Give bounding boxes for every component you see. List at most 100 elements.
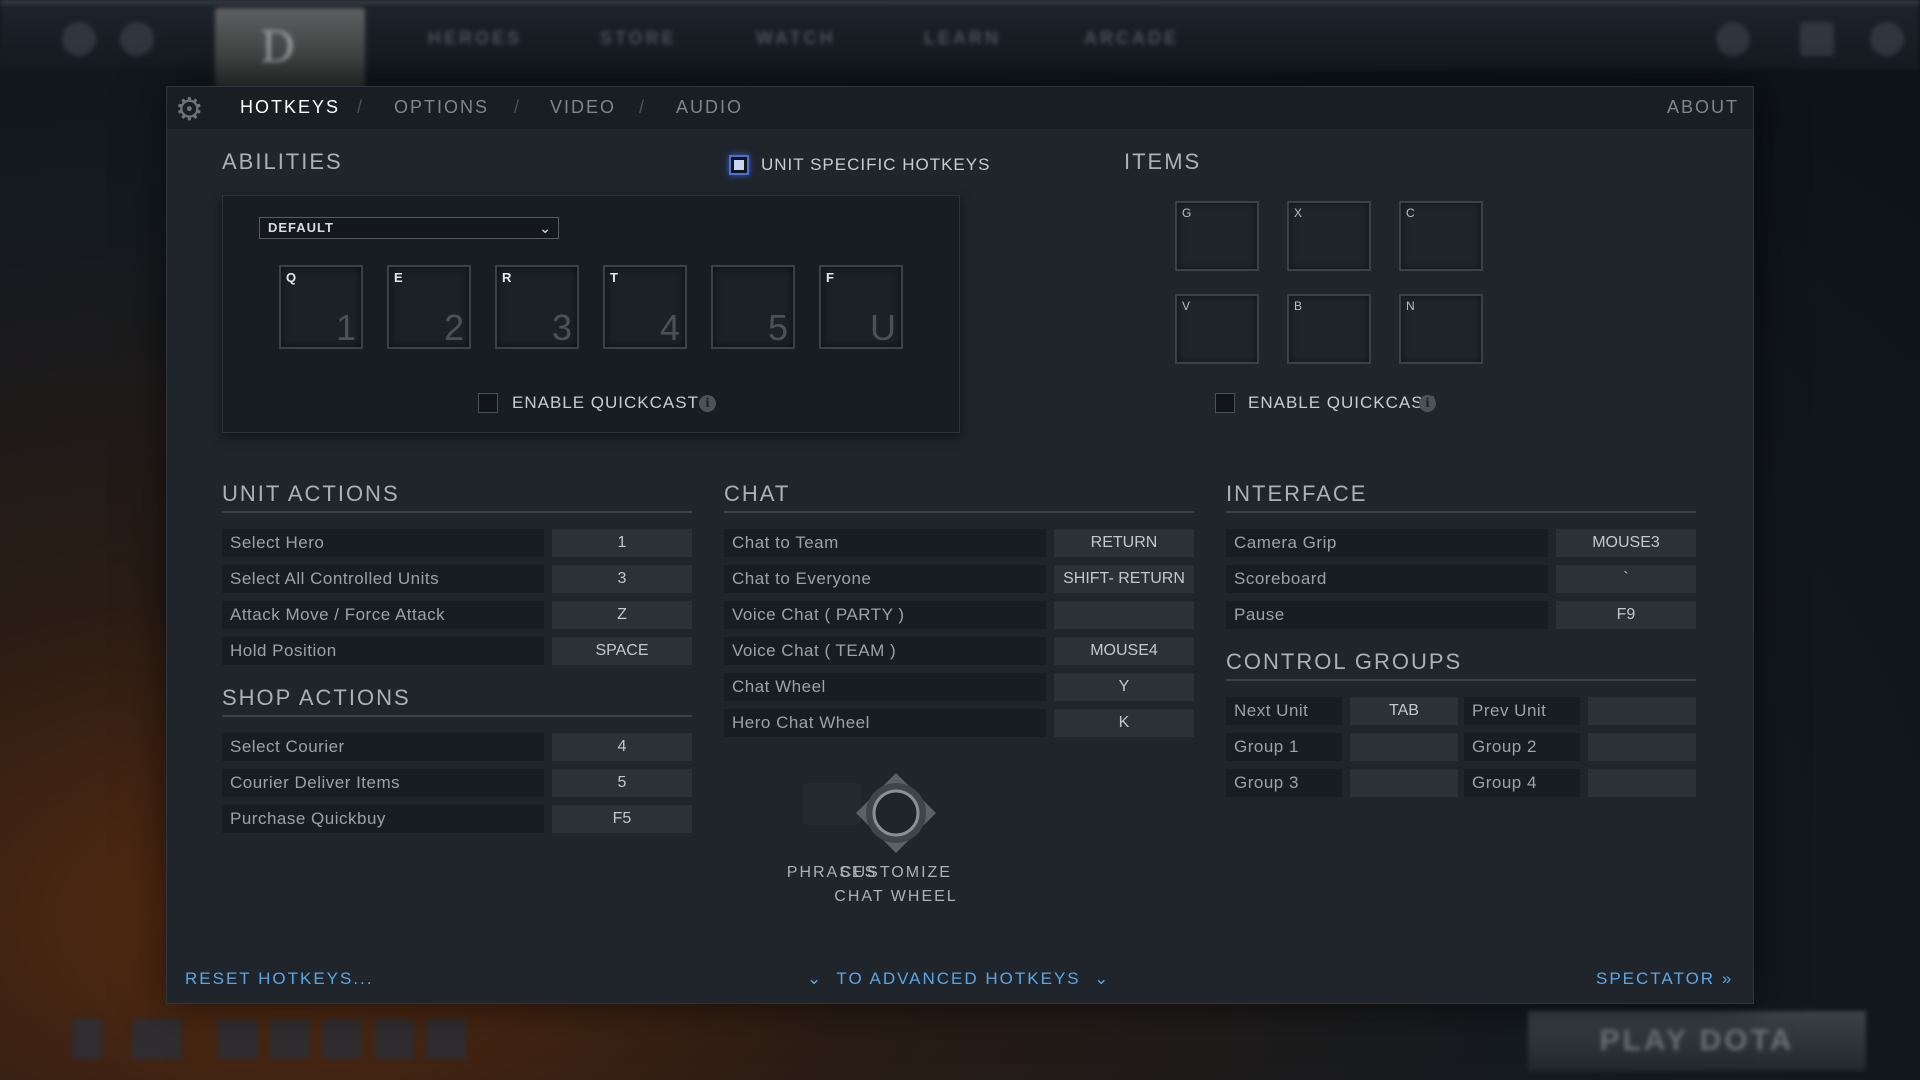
tab-options[interactable]: OPTIONS [394, 97, 489, 118]
customize-chat-wheel-label[interactable]: CUSTOMIZE CHAT WHEEL [811, 861, 981, 909]
hotkey-binding[interactable]: SPACE [552, 637, 692, 665]
ability-slot-3[interactable]: R 3 [495, 265, 579, 349]
dota-logo: D [215, 8, 365, 90]
hotkey-row: Courier Deliver Items 5 [222, 769, 692, 797]
hotkey-label: Prev Unit [1464, 697, 1580, 725]
hotkey-label: Group 2 [1464, 733, 1580, 761]
hotkey-binding[interactable] [1350, 733, 1458, 761]
ability-slot-5[interactable]: 5 [711, 265, 795, 349]
hotkey-binding[interactable]: K [1054, 709, 1194, 737]
hotkey-label: Group 1 [1226, 733, 1342, 761]
ability-number: U [870, 307, 896, 348]
hotkey-binding[interactable] [1588, 769, 1696, 797]
hero-preset-dropdown[interactable]: DEFAULT ⌄ [259, 217, 559, 239]
hotkey-label: Hold Position [222, 637, 544, 665]
hotkey-binding[interactable]: MOUSE3 [1556, 529, 1696, 557]
abilities-box: DEFAULT ⌄ Q 1 E 2 R 3 T 4 5 F U ENABLE Q… [222, 195, 960, 433]
party-slot-bg [322, 1019, 362, 1059]
hotkey-binding[interactable]: SHIFT- RETURN [1054, 565, 1194, 593]
play-dota-button[interactable]: PLAY DOTA [1528, 1011, 1866, 1071]
hotkey-binding[interactable]: 5 [552, 769, 692, 797]
hotkey-binding[interactable]: ` [1556, 565, 1696, 593]
hotkey-binding[interactable]: 3 [552, 565, 692, 593]
item-quickcast-checkbox[interactable] [1215, 393, 1235, 413]
ability-slot-2[interactable]: E 2 [387, 265, 471, 349]
unit-specific-hotkeys-checkbox[interactable] [729, 155, 749, 175]
hotkey-binding[interactable] [1588, 733, 1696, 761]
shop-actions-heading: SHOP ACTIONS [222, 685, 411, 710]
divider [222, 715, 692, 717]
advanced-hotkeys-label: TO ADVANCED HOTKEYS [836, 969, 1081, 988]
hotkey-binding[interactable] [1054, 601, 1194, 629]
party-slot-bg [426, 1019, 466, 1059]
divider [1226, 511, 1696, 513]
item-slot-5[interactable]: B [1287, 294, 1371, 364]
advanced-hotkeys-toggle[interactable]: ⌄ TO ADVANCED HOTKEYS ⌄ [807, 969, 1110, 989]
settings-gear-bg-icon [62, 22, 96, 56]
info-icon[interactable]: i [1419, 395, 1436, 412]
chat-wheel-icon[interactable] [856, 773, 936, 853]
about-link[interactable]: ABOUT [1667, 97, 1739, 118]
item-key: B [1294, 299, 1303, 313]
nav-learn: LEARN [924, 28, 1001, 48]
ability-quickcast-checkbox[interactable] [478, 393, 498, 413]
dropdown-value: DEFAULT [268, 220, 334, 235]
tab-separator: / [639, 97, 645, 117]
ability-key: F [826, 270, 834, 285]
hotkey-binding[interactable]: Y [1054, 673, 1194, 701]
item-slot-2[interactable]: X [1287, 201, 1371, 271]
hotkey-row: Scoreboard ` [1226, 565, 1696, 593]
item-slot-4[interactable]: V [1175, 294, 1259, 364]
nav-heroes: HEROES [428, 28, 523, 48]
ability-number: 5 [767, 307, 788, 348]
chevron-down-icon: ⌄ [1087, 969, 1111, 988]
hotkey-binding[interactable] [1350, 769, 1458, 797]
tab-hotkeys[interactable]: HOTKEYS [240, 97, 340, 118]
divider [724, 511, 1194, 513]
chat-bg-icon [72, 1019, 102, 1059]
item-key: G [1182, 206, 1192, 220]
hotkey-binding[interactable]: TAB [1350, 697, 1458, 725]
ability-slot-1[interactable]: Q 1 [279, 265, 363, 349]
hotkey-binding[interactable]: 1 [552, 529, 692, 557]
ability-number: 3 [551, 307, 572, 348]
hotkey-label: Voice Chat ( PARTY ) [724, 601, 1046, 629]
hotkey-label: Select All Controlled Units [222, 565, 544, 593]
party-slot-bg [270, 1019, 310, 1059]
settings-tab-bar: ⚙ HOTKEYS / OPTIONS / VIDEO / AUDIO ABOU… [167, 87, 1753, 129]
item-key: N [1406, 299, 1415, 313]
hotkey-binding[interactable] [1588, 697, 1696, 725]
reset-hotkeys-link[interactable]: RESET HOTKEYS... [185, 969, 374, 989]
item-slot-3[interactable]: C [1399, 201, 1483, 271]
control-groups-heading: CONTROL GROUPS [1226, 649, 1463, 674]
hotkey-binding[interactable]: F9 [1556, 601, 1696, 629]
chevron-down-icon: ⌄ [807, 969, 830, 988]
phrases-icon[interactable] [803, 783, 861, 825]
settings-panel: ⚙ HOTKEYS / OPTIONS / VIDEO / AUDIO ABOU… [166, 86, 1754, 1004]
hotkey-binding[interactable]: Z [552, 601, 692, 629]
nav-arcade: ARCADE [1084, 28, 1180, 48]
hotkey-row: Select Courier 4 [222, 733, 692, 761]
party-slot-bg [218, 1019, 258, 1059]
spectator-label: SPECTATOR [1596, 969, 1716, 988]
ability-quickcast-label: ENABLE QUICKCAST [512, 393, 699, 412]
hotkey-label: Scoreboard [1226, 565, 1548, 593]
tab-audio[interactable]: AUDIO [676, 97, 743, 118]
item-slot-6[interactable]: N [1399, 294, 1483, 364]
ability-slot-4[interactable]: T 4 [603, 265, 687, 349]
hotkey-binding[interactable]: RETURN [1054, 529, 1194, 557]
ability-slot-6[interactable]: F U [819, 265, 903, 349]
tab-video[interactable]: VIDEO [550, 97, 616, 118]
hotkey-label: Select Courier [222, 733, 544, 761]
hotkey-binding[interactable]: 4 [552, 733, 692, 761]
hotkey-label: Chat Wheel [724, 673, 1046, 701]
item-slot-1[interactable]: G [1175, 201, 1259, 271]
info-icon[interactable]: i [699, 395, 716, 412]
hotkey-binding[interactable]: MOUSE4 [1054, 637, 1194, 665]
spectator-link[interactable]: SPECTATOR » [1596, 969, 1733, 989]
hotkey-label: Pause [1226, 601, 1548, 629]
ability-key: T [610, 270, 618, 285]
hotkey-label: Chat to Everyone [724, 565, 1046, 593]
hotkey-binding[interactable]: F5 [552, 805, 692, 833]
hotkey-label: Voice Chat ( TEAM ) [724, 637, 1046, 665]
